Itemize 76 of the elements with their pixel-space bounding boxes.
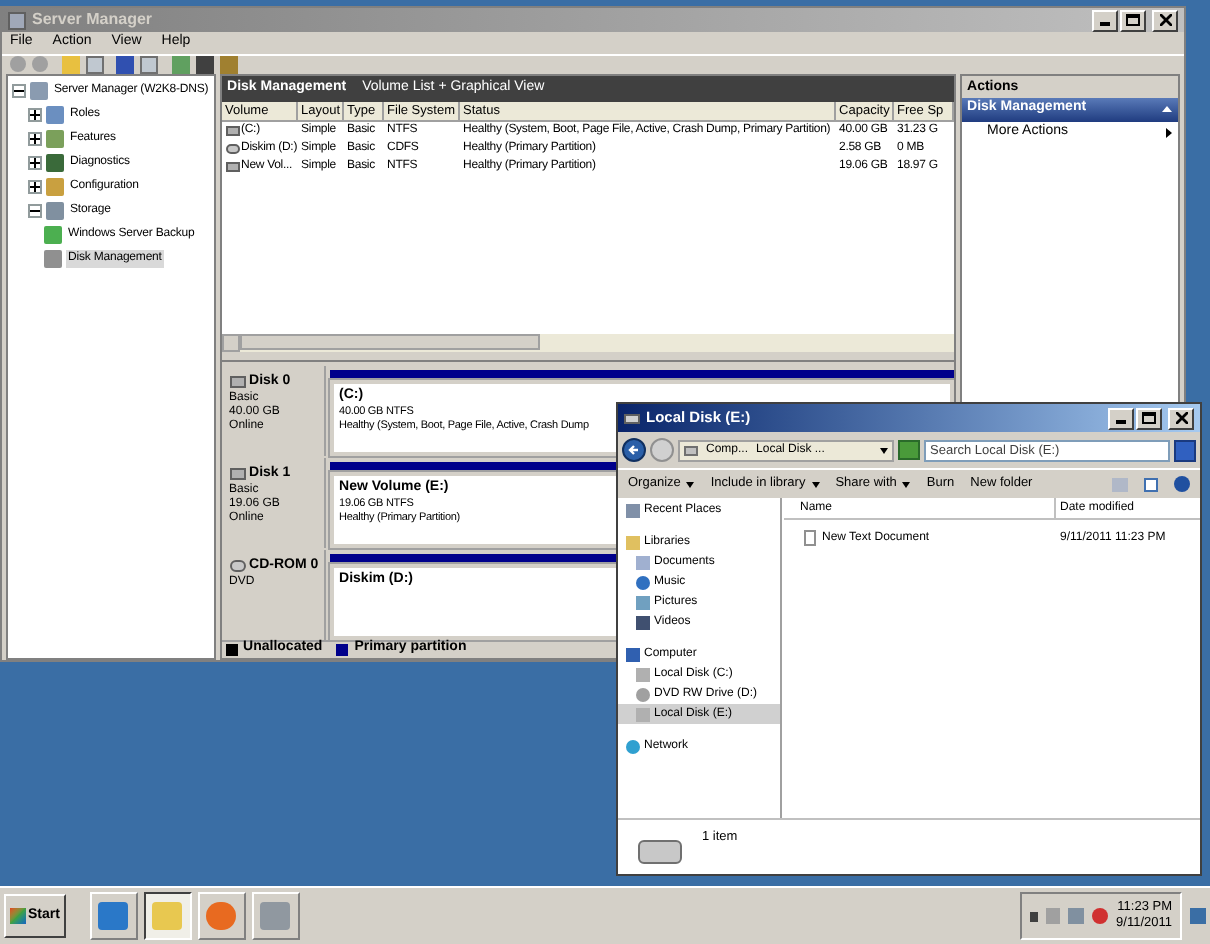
music-icon — [636, 575, 650, 589]
close-icon — [1175, 412, 1187, 424]
cd-drive-icon — [229, 559, 246, 572]
folder-up-icon — [62, 55, 80, 73]
preview-pane-icon — [1144, 477, 1158, 491]
documents-icon — [636, 555, 650, 569]
drive-icon — [636, 707, 650, 721]
computer-icon — [684, 445, 698, 455]
help-icon — [1174, 476, 1190, 492]
refresh-icon — [172, 55, 190, 73]
videos-icon — [636, 615, 650, 629]
dropdown-arrow-icon — [880, 447, 888, 453]
back-icon — [10, 56, 26, 72]
minimize-button[interactable] — [1092, 9, 1118, 31]
pictures-icon — [636, 595, 650, 609]
arrow-left-icon — [628, 444, 640, 456]
explorer-icon — [152, 902, 183, 930]
drive-icon — [638, 840, 682, 864]
close-icon — [1159, 14, 1171, 26]
diagnostics-icon — [46, 154, 64, 172]
backup-icon — [44, 226, 62, 244]
drive-icon — [636, 667, 650, 681]
expander-icon[interactable] — [28, 180, 42, 194]
expander-icon[interactable] — [28, 204, 42, 218]
volume-icon — [1092, 908, 1109, 924]
console-tree-icon — [86, 55, 104, 73]
close-button[interactable] — [1168, 407, 1194, 429]
recent-icon — [626, 503, 640, 517]
view-icon — [1112, 477, 1128, 491]
drive-icon — [229, 467, 246, 480]
network-icon — [626, 739, 640, 753]
maximize-button[interactable] — [1136, 407, 1162, 429]
storage-icon — [46, 202, 64, 220]
close-button[interactable] — [1152, 9, 1178, 31]
expander-icon[interactable] — [28, 108, 42, 122]
drive-icon — [225, 125, 240, 135]
expander-icon[interactable] — [28, 132, 42, 146]
configuration-icon — [46, 178, 64, 196]
properties-icon — [196, 55, 214, 73]
horizontal-scrollbar[interactable] — [221, 333, 954, 351]
powershell-icon — [98, 902, 129, 930]
window-title: Server Manager — [32, 8, 155, 32]
document-icon — [804, 530, 816, 546]
taskbar-app-button[interactable] — [143, 892, 192, 940]
server-icon — [260, 902, 291, 930]
computer-icon — [626, 647, 640, 661]
drive-icon — [624, 413, 640, 423]
flag-icon — [1046, 908, 1061, 924]
maximize-icon — [1126, 14, 1140, 26]
show-desktop-icon — [1190, 908, 1206, 924]
back-button[interactable] — [622, 438, 646, 462]
cd-drive-icon — [225, 143, 240, 153]
network-icon — [1068, 908, 1085, 924]
library-icon — [626, 535, 640, 549]
server-icon — [30, 82, 48, 100]
panel-icon — [140, 55, 158, 73]
forward-icon — [32, 56, 48, 72]
windows-logo-icon — [10, 908, 26, 924]
drive-icon — [225, 161, 240, 171]
search-button[interactable] — [1174, 439, 1196, 461]
browser-icon — [206, 902, 237, 930]
expander-icon[interactable] — [12, 84, 26, 98]
tool-icon — [220, 55, 238, 73]
collapse-icon — [1162, 106, 1172, 112]
drive-icon — [229, 375, 246, 388]
maximize-button[interactable] — [1120, 9, 1146, 31]
features-icon — [46, 130, 64, 148]
minimize-button[interactable] — [1108, 407, 1134, 429]
dvd-icon — [636, 687, 650, 701]
chevron-up-icon — [1030, 911, 1039, 921]
help-icon — [116, 55, 134, 73]
server-icon — [8, 11, 26, 29]
roles-icon — [46, 106, 64, 124]
maximize-icon — [1142, 412, 1156, 424]
expander-icon[interactable] — [28, 156, 42, 170]
submenu-arrow-icon — [1166, 128, 1172, 138]
